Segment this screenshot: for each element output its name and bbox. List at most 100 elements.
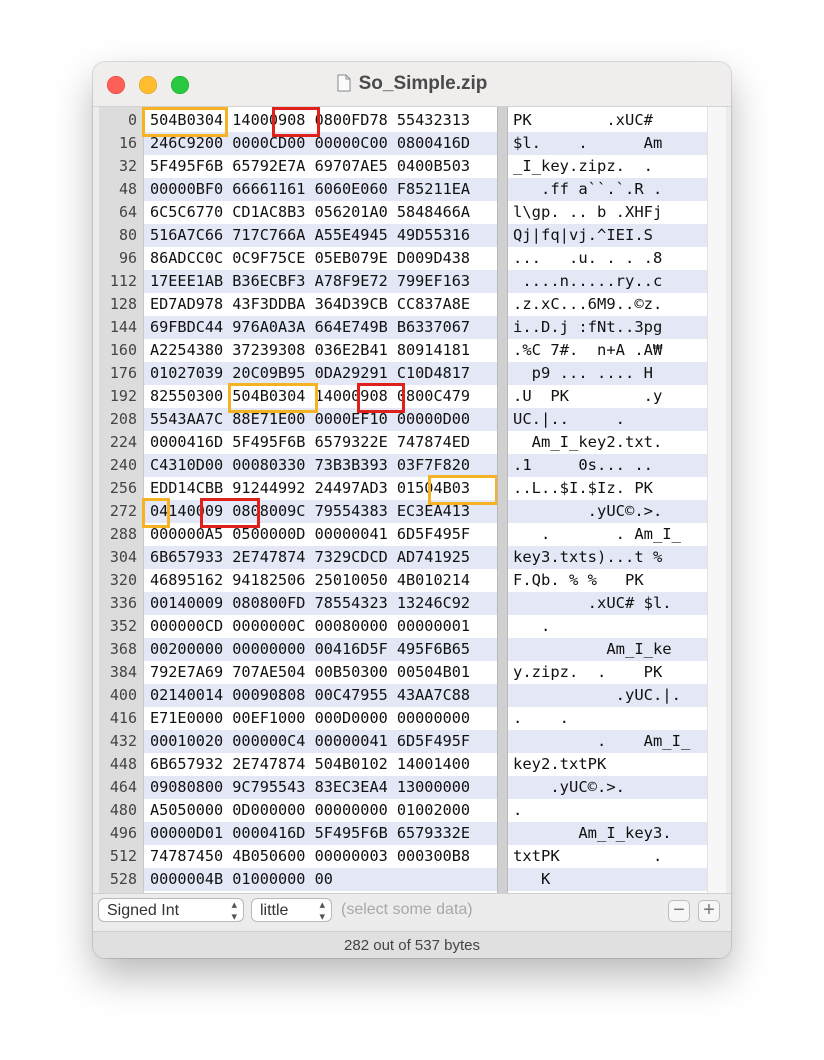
hex-bytes[interactable]: 00000BF0 66661161 6060E060 F85211EA: [150, 178, 470, 201]
hex-row[interactable]: 46895162 94182506 25010050 4B010214: [144, 569, 497, 592]
ascii-text[interactable]: PK .xUC#: [513, 109, 653, 132]
hex-bytes[interactable]: 000000CD 0000000C 00080000 00000001: [150, 615, 470, 638]
ascii-row[interactable]: .yUC©.>.: [508, 500, 707, 523]
ascii-text[interactable]: Am_I_key3.: [513, 822, 671, 845]
hex-bytes[interactable]: A5050000 0D000000 00000000 01002000: [150, 799, 470, 822]
hex-row[interactable]: EDD14CBB 91244992 24497AD3 01504B03: [144, 477, 497, 500]
ascii-text[interactable]: .yUC.|.: [513, 684, 681, 707]
ascii-row[interactable]: y.zipz. . PK: [508, 661, 707, 684]
ascii-text[interactable]: _I_key.zipz. .: [513, 155, 662, 178]
ascii-text[interactable]: K: [513, 868, 550, 891]
hex-row[interactable]: 0000004B 01000000 00: [144, 868, 497, 891]
hex-bytes[interactable]: 246C9200 0000CD00 00000C00 0800416D: [150, 132, 470, 155]
hex-bytes[interactable]: 01027039 20C09B95 0DA29291 C10D4817: [150, 362, 470, 385]
hex-row[interactable]: 09080800 9C795543 83EC3EA4 13000000: [144, 776, 497, 799]
hex-row[interactable]: 00000D01 0000416D 5F495F6B 6579332E: [144, 822, 497, 845]
ascii-row[interactable]: ..L..$I.$Iz. PK: [508, 477, 707, 500]
ascii-row[interactable]: . . Am_I_: [508, 523, 707, 546]
hex-row[interactable]: 82550300 504B0304 14000908 0800C479: [144, 385, 497, 408]
remove-button[interactable]: −: [668, 900, 690, 922]
ascii-text[interactable]: p9 ... .... H: [513, 362, 662, 385]
hex-row[interactable]: 00000BF0 66661161 6060E060 F85211EA: [144, 178, 497, 201]
hex-row[interactable]: 74787450 4B050600 00000003 000300B8: [144, 845, 497, 868]
hex-pane[interactable]: 504B0304 14000908 0800FD78 55432313 246C9…: [142, 107, 498, 893]
hex-bytes[interactable]: 46895162 94182506 25010050 4B010214: [150, 569, 470, 592]
hex-bytes[interactable]: 69FBDC44 976A0A3A 664E749B B6337067: [150, 316, 470, 339]
ascii-text[interactable]: ..L..$I.$Iz. PK: [513, 477, 662, 500]
hex-row[interactable]: 69FBDC44 976A0A3A 664E749B B6337067: [144, 316, 497, 339]
add-button[interactable]: +: [698, 900, 720, 922]
ascii-text[interactable]: . Am_I_: [513, 730, 690, 753]
ascii-row[interactable]: Am_I_key3.: [508, 822, 707, 845]
vertical-scrollbar[interactable]: [707, 107, 726, 893]
hex-row[interactable]: 0000416D 5F495F6B 6579322E 747874ED: [144, 431, 497, 454]
hex-row[interactable]: 04140009 0808009C 79554383 EC3EA413: [144, 500, 497, 523]
ascii-row[interactable]: .ff a``.`.R .: [508, 178, 707, 201]
ascii-row[interactable]: Qj|fq|vj.^IEI.S: [508, 224, 707, 247]
ascii-row[interactable]: i..D.j :fNt..3pg: [508, 316, 707, 339]
hex-bytes[interactable]: A2254380 37239308 036E2B41 80914181: [150, 339, 470, 362]
ascii-text[interactable]: ....n.....ry..c: [513, 270, 662, 293]
ascii-row[interactable]: K: [508, 868, 707, 891]
hex-bytes[interactable]: 000000A5 0500000D 00000041 6D5F495F: [150, 523, 470, 546]
hex-bytes[interactable]: 02140014 00090808 00C47955 43AA7C88: [150, 684, 470, 707]
hex-row[interactable]: A2254380 37239308 036E2B41 80914181: [144, 339, 497, 362]
hex-row[interactable]: 516A7C66 717C766A A55E4945 49D55316: [144, 224, 497, 247]
ascii-row[interactable]: .z.xC...6M9..©z.: [508, 293, 707, 316]
ascii-text[interactable]: Qj|fq|vj.^IEI.S: [513, 224, 662, 247]
hex-bytes[interactable]: 00200000 00000000 00416D5F 495F6B65: [150, 638, 470, 661]
hex-row[interactable]: 17EEE1AB B36ECBF3 A78F9E72 799EF163: [144, 270, 497, 293]
ascii-text[interactable]: .%C 7#. n+A .A₩: [513, 339, 662, 362]
hex-bytes[interactable]: 09080800 9C795543 83EC3EA4 13000000: [150, 776, 470, 799]
hex-row[interactable]: A5050000 0D000000 00000000 01002000: [144, 799, 497, 822]
ascii-row[interactable]: _I_key.zipz. .: [508, 155, 707, 178]
hex-row[interactable]: 6C5C6770 CD1AC8B3 056201A0 5848466A: [144, 201, 497, 224]
hex-bytes[interactable]: 6B657932 2E747874 504B0102 14001400: [150, 753, 470, 776]
hex-row[interactable]: 00200000 00000000 00416D5F 495F6B65: [144, 638, 497, 661]
ascii-text[interactable]: i..D.j :fNt..3pg: [513, 316, 662, 339]
hex-row[interactable]: 6B657933 2E747874 7329CDCD AD741925: [144, 546, 497, 569]
ascii-row[interactable]: .: [508, 799, 707, 822]
hex-bytes[interactable]: ED7AD978 43F3DDBA 364D39CB CC837A8E: [150, 293, 470, 316]
ascii-row[interactable]: ... .u. . . .8: [508, 247, 707, 270]
ascii-row[interactable]: p9 ... .... H: [508, 362, 707, 385]
hex-bytes[interactable]: 86ADCC0C 0C9F75CE 05EB079E D009D438: [150, 247, 470, 270]
hex-bytes[interactable]: 82550300 504B0304 14000908 0800C479: [150, 385, 470, 408]
ascii-text[interactable]: .z.xC...6M9..©z.: [513, 293, 662, 316]
hex-row[interactable]: 01027039 20C09B95 0DA29291 C10D4817: [144, 362, 497, 385]
ascii-row[interactable]: .yUC©.>.: [508, 776, 707, 799]
hex-row[interactable]: 246C9200 0000CD00 00000C00 0800416D: [144, 132, 497, 155]
endian-select[interactable]: little ▴ ▾: [251, 898, 332, 923]
hex-bytes[interactable]: 0000004B 01000000 00: [150, 868, 333, 891]
ascii-text[interactable]: .: [513, 615, 662, 638]
hex-bytes[interactable]: 0000416D 5F495F6B 6579322E 747874ED: [150, 431, 470, 454]
ascii-text[interactable]: l\gp. .. b .XHFj: [513, 201, 662, 224]
ascii-row[interactable]: .: [508, 615, 707, 638]
hex-bytes[interactable]: 74787450 4B050600 00000003 000300B8: [150, 845, 470, 868]
data-type-select[interactable]: Signed Int ▴ ▾: [98, 898, 244, 923]
ascii-text[interactable]: .: [513, 799, 662, 822]
hex-bytes[interactable]: 00140009 080800FD 78554323 13246C92: [150, 592, 470, 615]
ascii-text[interactable]: Am_I_key2.txt.: [513, 431, 663, 454]
hex-bytes[interactable]: 00010020 000000C4 00000041 6D5F495F: [150, 730, 470, 753]
hex-bytes[interactable]: EDD14CBB 91244992 24497AD3 01504B03: [150, 477, 470, 500]
ascii-row[interactable]: .yUC.|.: [508, 684, 707, 707]
ascii-text[interactable]: . .: [513, 707, 662, 730]
ascii-text[interactable]: key2.txtPK: [513, 753, 662, 776]
ascii-text[interactable]: key3.txts)...t %: [513, 546, 662, 569]
hex-bytes[interactable]: 5543AA7C 88E71E00 0000EF10 00000D00: [150, 408, 470, 431]
ascii-row[interactable]: .xUC# $l.: [508, 592, 707, 615]
hex-bytes[interactable]: 04140009 0808009C 79554383 EC3EA413: [150, 500, 470, 523]
hex-row[interactable]: C4310D00 00080330 73B3B393 03F7F820: [144, 454, 497, 477]
hex-row[interactable]: 86ADCC0C 0C9F75CE 05EB079E D009D438: [144, 247, 497, 270]
ascii-text[interactable]: .yUC©.>.: [513, 776, 662, 799]
ascii-row[interactable]: $l. . Am: [508, 132, 707, 155]
hex-row[interactable]: 00010020 000000C4 00000041 6D5F495F: [144, 730, 497, 753]
ascii-row[interactable]: .U PK .y: [508, 385, 707, 408]
ascii-text[interactable]: .yUC©.>.: [513, 500, 663, 523]
ascii-text[interactable]: Am_I_ke: [513, 638, 671, 661]
hex-bytes[interactable]: E71E0000 00EF1000 000D0000 00000000: [150, 707, 470, 730]
ascii-text[interactable]: y.zipz. . PK: [513, 661, 672, 684]
ascii-text[interactable]: .U PK .y: [513, 385, 662, 408]
hex-row[interactable]: 504B0304 14000908 0800FD78 55432313: [144, 109, 497, 132]
